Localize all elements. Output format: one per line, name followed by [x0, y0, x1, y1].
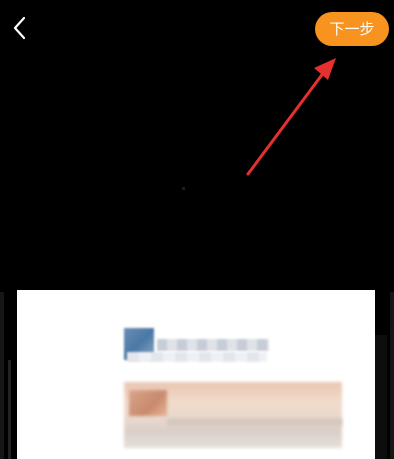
left-edge-strip — [0, 292, 4, 459]
preview-card — [17, 290, 375, 459]
card-shadow — [375, 335, 387, 459]
left-edge-strip-inner — [8, 360, 11, 459]
back-button[interactable] — [8, 12, 34, 44]
right-edge-strip — [390, 292, 394, 459]
red-arrow-annotation — [246, 58, 336, 176]
blurred-thumbnail — [129, 390, 167, 416]
next-step-button[interactable]: 下一步 — [315, 12, 389, 46]
image-center-speck — [182, 187, 185, 190]
blurred-username — [157, 339, 269, 351]
image-preview-screen: 下一步 — [0, 0, 394, 459]
blurred-subtitle — [127, 352, 267, 362]
chevron-left-icon — [13, 16, 26, 40]
blurred-text-line — [167, 418, 342, 426]
